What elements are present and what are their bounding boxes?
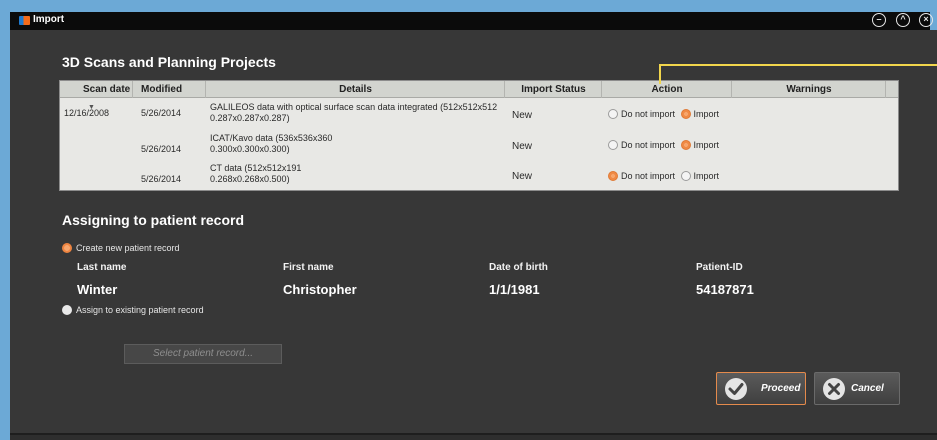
first-name-value: Christopher xyxy=(283,282,357,297)
proceed-button[interactable]: Proceed xyxy=(716,372,806,405)
assign-existing-record-label: Assign to existing patient record xyxy=(76,305,204,315)
status-cell: New xyxy=(512,171,533,182)
date-of-birth-value: 1/1/1981 xyxy=(489,282,540,297)
modified-cell: 5/26/2014 xyxy=(141,174,182,184)
select-patient-record-button[interactable]: Select patient record... xyxy=(124,344,282,364)
title-bar-strip xyxy=(10,12,930,30)
import-radio[interactable] xyxy=(680,109,691,119)
close-icon[interactable]: × xyxy=(919,13,933,27)
patient-id-label: Patient-ID xyxy=(696,262,743,273)
column-header-scan-date[interactable]: Scan date ▼ xyxy=(60,81,133,111)
import-radio[interactable] xyxy=(680,171,691,181)
do-not-import-radio[interactable] xyxy=(608,140,618,150)
status-cell: New xyxy=(512,141,533,152)
import-window: Import – ^ × 3D Scans and Planning Proje… xyxy=(0,0,937,440)
checkmark-icon xyxy=(725,378,747,400)
scan-date-cell: 12/16/2008 xyxy=(64,108,110,118)
modified-cell: 5/26/2014 xyxy=(141,108,182,118)
window-border xyxy=(0,30,10,440)
proceed-label: Proceed xyxy=(761,383,801,394)
restore-icon[interactable]: ^ xyxy=(896,13,910,27)
cancel-label: Cancel xyxy=(851,383,884,394)
action-cell: Do not import Import xyxy=(608,140,722,151)
patient-id-value: 54187871 xyxy=(696,282,754,297)
do-not-import-radio[interactable] xyxy=(608,171,618,181)
create-new-record-label: Create new patient record xyxy=(76,243,180,253)
create-new-record-radio[interactable] xyxy=(62,243,72,253)
callout-pointer xyxy=(659,64,661,84)
cancel-button[interactable]: Cancel xyxy=(814,372,900,405)
action-cell: Do not import Import xyxy=(608,171,722,182)
assign-section-title: Assigning to patient record xyxy=(62,212,245,228)
minimize-icon[interactable]: – xyxy=(872,13,886,27)
column-header-action[interactable]: Action xyxy=(603,81,732,98)
last-name-label: Last name xyxy=(77,262,127,273)
column-header-modified[interactable]: Modified xyxy=(134,81,206,98)
table-header: Scan date ▼ Modified Details Import Stat… xyxy=(60,81,898,111)
scans-table: Scan date ▼ Modified Details Import Stat… xyxy=(59,80,899,191)
close-x-icon xyxy=(823,378,845,400)
do-not-import-radio[interactable] xyxy=(608,109,618,119)
last-name-value: Winter xyxy=(77,282,118,297)
details-cell: GALILEOS data with optical surface scan … xyxy=(210,102,498,123)
assign-existing-record-radio[interactable] xyxy=(62,305,72,315)
status-cell: New xyxy=(512,110,533,121)
column-header-details[interactable]: Details xyxy=(207,81,505,98)
date-of-birth-label: Date of birth xyxy=(489,262,548,273)
action-cell: Do not import Import xyxy=(608,109,722,120)
details-cell: CT data (512x512x191 0.268x0.268x0.500) xyxy=(210,163,302,184)
modified-cell: 5/26/2014 xyxy=(141,144,182,154)
details-cell: ICAT/Kavo data (536x536x360 0.300x0.300x… xyxy=(210,133,333,154)
column-header-warnings[interactable]: Warnings xyxy=(733,81,886,98)
column-header-import-status[interactable]: Import Status xyxy=(506,81,602,98)
first-name-label: First name xyxy=(283,262,334,273)
callout-line xyxy=(659,64,937,66)
window-title: Import xyxy=(33,14,65,25)
scans-section-title: 3D Scans and Planning Projects xyxy=(62,54,276,70)
import-radio[interactable] xyxy=(680,140,691,150)
app-logo-icon xyxy=(19,16,30,25)
